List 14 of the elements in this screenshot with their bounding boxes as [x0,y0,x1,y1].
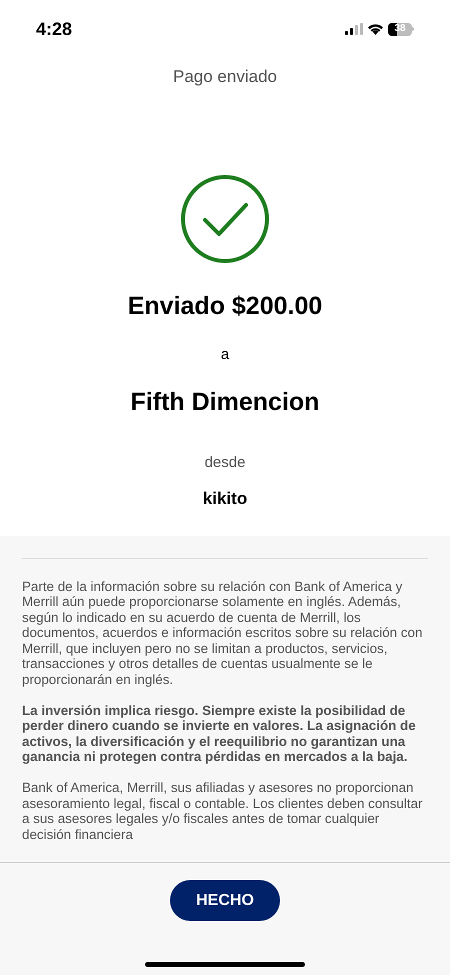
done-button[interactable]: HECHO [170,880,280,921]
disclosure-paragraph: Bank of America, Merrill, sus afiliadas y asesores no proporcionan asesoramiento legal, fiscal o contable. Los clientes deben consultar a sus asesores legales y/o fiscales antes de tomar cualquier decisión financiera [22,780,424,842]
disclosure-paragraph: Parte de la información sobre su relación con Bank of America y Merrill aún puede proporcionarse solamente en inglés. Además, según lo indicado en su acuerdo de cuenta de Merrill, los documentos, acuerdos e información escritos sobre su relación con Merrill, que incluyen pero no se limitan a productos, servicios, transacciones y otros detalles de cuentas usualmente se le proporcionarán en inglés. [22,578,424,688]
status-time: 4:28 [36,18,72,40]
sender-name: kikito [202,488,248,510]
signal-icon [345,23,363,35]
disclosure-paragraph: La inversión implica riesgo. Siempre existe la posibilidad de perder dinero cuando se invierte en valores. La asignación de activos, la diversificación y el reequilibrio no garantizan una ganancia ni protegen contra pérdidas en mercados a la baja. [22,702,417,766]
to-label: a [220,344,230,364]
screen-title: Pago enviado [173,66,277,88]
recipient-name: Fifth Dimencion [130,387,320,418]
from-label: desde [204,452,246,472]
wifi-icon [367,23,384,35]
checkmark-icon [180,174,270,264]
amount-sent: Enviado $200.00 [128,291,322,322]
